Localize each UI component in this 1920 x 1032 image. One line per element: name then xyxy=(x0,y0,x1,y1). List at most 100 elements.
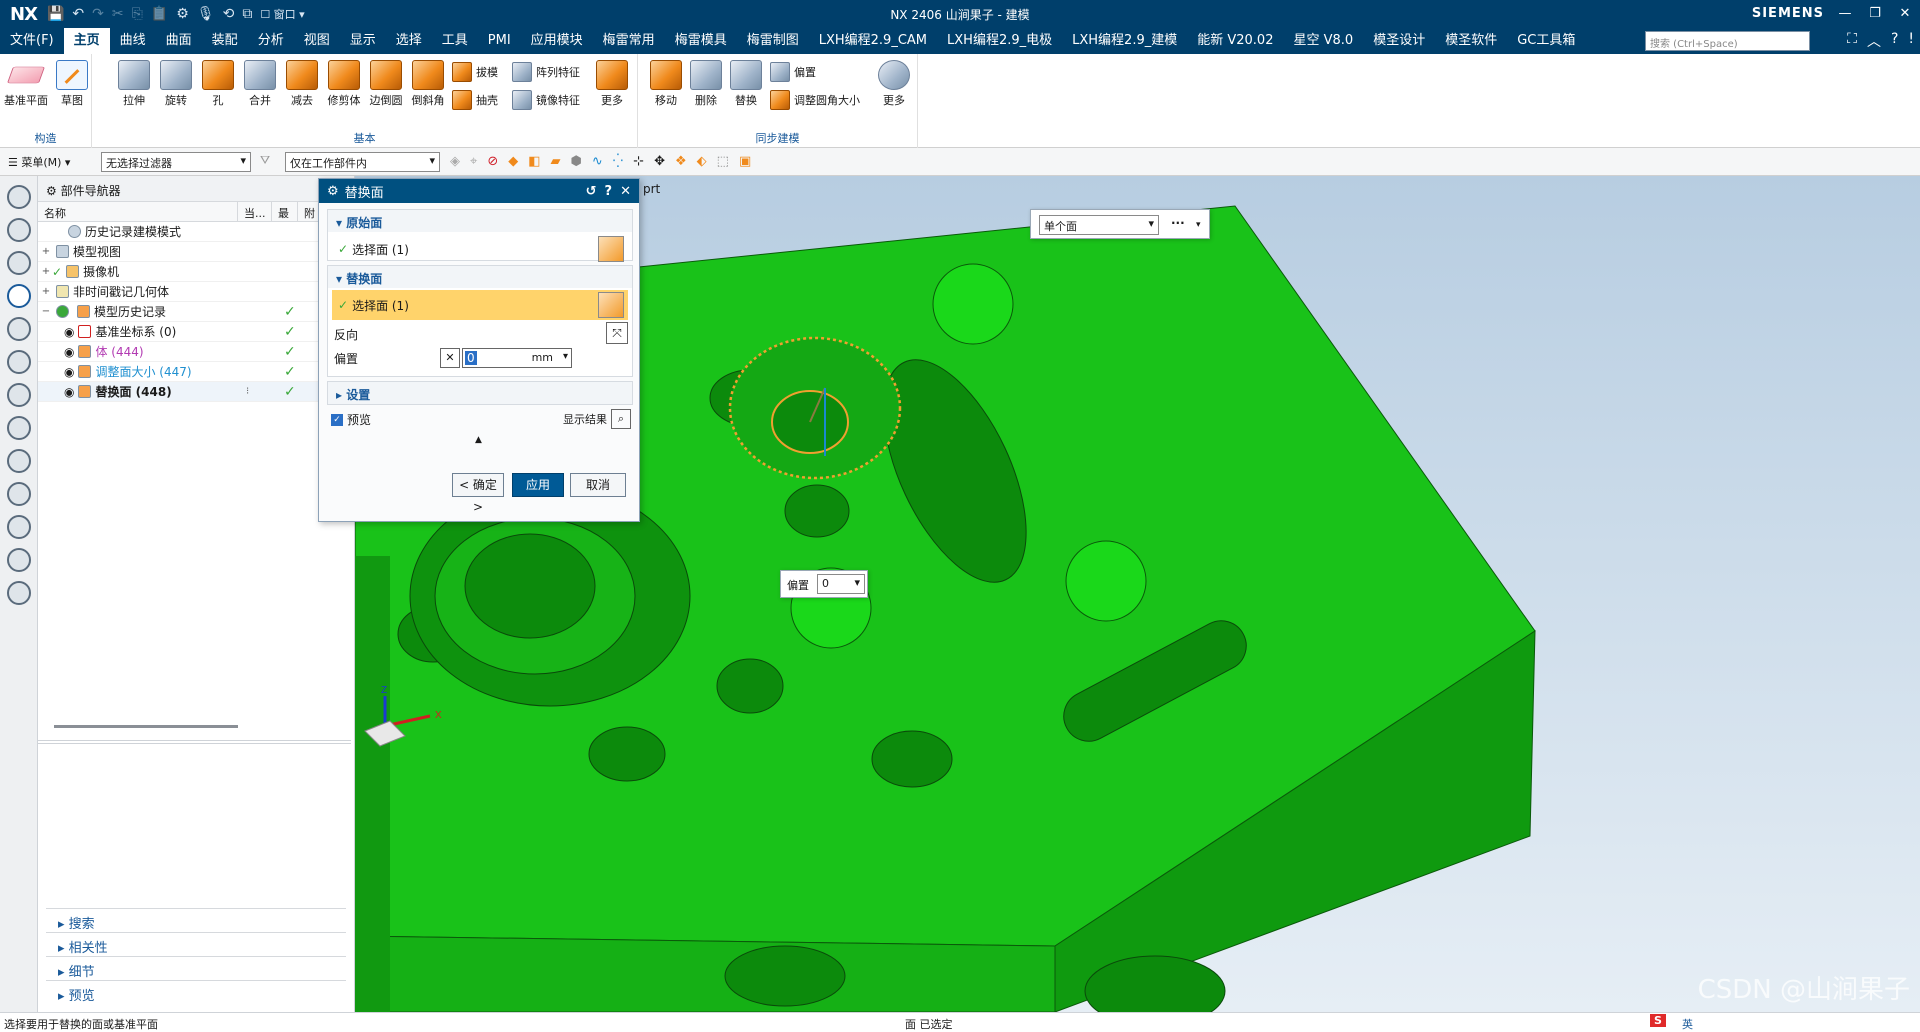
draft-button[interactable]: 拔模 xyxy=(452,62,498,82)
body-face-icon[interactable]: ▰ xyxy=(551,154,561,169)
gear-icon[interactable]: ⚙ xyxy=(327,184,339,199)
collapse-icon[interactable]: − xyxy=(40,306,52,317)
face-icon[interactable]: ◆ xyxy=(508,154,518,169)
collapse-chevron-icon[interactable]: ▲ xyxy=(475,435,482,445)
restore-icon[interactable]: ❐ xyxy=(1860,0,1890,28)
hole-button[interactable]: 孔 xyxy=(196,56,240,108)
tab-assembly[interactable]: 装配 xyxy=(202,28,248,54)
snap-icon[interactable]: ⌖ xyxy=(470,154,477,169)
edge-blend-button[interactable]: 边倒圆 xyxy=(364,56,408,108)
tab-pmi[interactable]: PMI xyxy=(478,28,521,54)
transform-icon[interactable]: ⬖ xyxy=(697,154,707,169)
command-search-input[interactable]: 搜索 (Ctrl+Space) xyxy=(1645,31,1810,51)
chevron-down-icon[interactable]: ▾ xyxy=(563,351,568,362)
wcs-icon[interactable]: ⊹ xyxy=(633,154,644,169)
ime-language[interactable]: 英 xyxy=(1682,1016,1693,1032)
revolve-button[interactable]: 旋转 xyxy=(154,56,198,108)
accordion-search[interactable]: ▸ 搜索 xyxy=(46,908,346,932)
chevron-down-icon[interactable]: ▾ xyxy=(1196,220,1201,230)
microphone-icon[interactable]: 🎙 xyxy=(197,6,215,22)
expand-icon[interactable]: + xyxy=(40,266,52,277)
face-rule-icon[interactable]: ◧ xyxy=(528,154,540,169)
tree-row-cameras[interactable]: + ✓ 摄像机 xyxy=(38,262,354,282)
section-header[interactable]: ▾ 原始面 xyxy=(328,210,632,232)
paste-icon[interactable]: 📋 xyxy=(151,6,168,22)
curve-icon[interactable]: ∿ xyxy=(592,154,603,169)
cut-icon[interactable]: ✂ xyxy=(112,6,124,22)
tab-home[interactable]: 主页 xyxy=(63,28,110,54)
tree-row-body[interactable]: ◉ 体 (444) ✓ xyxy=(38,342,354,362)
settings-gear-icon[interactable] xyxy=(6,185,31,209)
section-header[interactable]: ▾ 替换面 xyxy=(328,266,632,288)
roles-icon[interactable] xyxy=(6,581,31,605)
notification-bell-icon[interactable] xyxy=(6,317,31,341)
delete-face-button[interactable]: 删除 xyxy=(684,56,728,108)
accordion-preview[interactable]: ▸ 预览 xyxy=(46,980,346,1004)
replace-face-button[interactable]: 替换 xyxy=(724,56,768,108)
palette-icon[interactable] xyxy=(6,449,31,473)
web-browser-icon[interactable] xyxy=(6,416,31,440)
trim-body-button[interactable]: 修剪体 xyxy=(322,56,366,108)
tab-gc-toolbox[interactable]: GC工具箱 xyxy=(1507,28,1585,54)
tab-mosheng-software[interactable]: 模圣软件 xyxy=(1435,28,1507,54)
solid-icon[interactable]: ⬢ xyxy=(571,154,582,169)
cube-icon[interactable]: ▣ xyxy=(739,154,751,169)
repeat-command-icon[interactable]: ⟲ xyxy=(223,6,235,22)
tab-analysis[interactable]: 分析 xyxy=(248,28,294,54)
filter-icon[interactable]: ⛛ xyxy=(260,153,270,168)
touch-mode-icon[interactable]: ⚙ xyxy=(176,6,189,22)
eye-icon[interactable]: ◉ xyxy=(64,365,74,379)
column-latest[interactable]: 最 xyxy=(272,202,298,221)
tree-row-non-timestamp[interactable]: + 非时间戳记几何体 xyxy=(38,282,354,302)
expand-icon[interactable]: + xyxy=(40,246,52,257)
tree-row-resize-face[interactable]: ◉ 调整面大小 (447) ✓ xyxy=(38,362,354,382)
show-result-button[interactable]: 显示结果 ⌕ xyxy=(563,409,631,429)
collapse-ribbon-icon[interactable]: ︿ xyxy=(1867,31,1881,51)
tab-lxh-cam[interactable]: LXH编程2.9_CAM xyxy=(809,28,937,54)
tab-applications[interactable]: 应用模块 xyxy=(521,28,593,54)
move-face-button[interactable]: 移动 xyxy=(644,56,688,108)
tab-mosheng-design[interactable]: 模圣设计 xyxy=(1363,28,1435,54)
face-select-icon[interactable] xyxy=(598,236,624,262)
point-icon[interactable]: ⁛ xyxy=(613,154,623,169)
tab-nengxin[interactable]: 能新 V20.02 xyxy=(1187,28,1283,54)
offset-region-button[interactable]: 偏置 xyxy=(770,62,816,82)
apply-button[interactable]: 应用 xyxy=(512,473,564,497)
face-rule-select[interactable]: 单个面 xyxy=(1039,215,1159,235)
tab-display[interactable]: 显示 xyxy=(340,28,386,54)
close-icon[interactable]: ✕ xyxy=(620,184,631,199)
tab-view[interactable]: 视图 xyxy=(294,28,340,54)
eye-icon[interactable]: ◉ xyxy=(64,385,74,399)
tree-row-datum-csys[interactable]: ◉ 基准坐标系 (0) ✓ xyxy=(38,322,354,342)
cancel-button[interactable]: 取消 xyxy=(570,473,626,497)
source-face-selector[interactable]: ✓ 选择面 (1) xyxy=(332,234,628,264)
tab-select[interactable]: 选择 xyxy=(386,28,432,54)
reverse-direction-button[interactable]: ⤧ xyxy=(606,322,628,344)
select-feature-icon[interactable]: ◈ xyxy=(450,154,460,169)
selection-scope-select[interactable]: 仅在工作部件内 xyxy=(285,152,440,172)
box-icon[interactable]: ⬚ xyxy=(717,154,729,169)
extrude-button[interactable]: 拉伸 xyxy=(112,56,156,108)
tools-wrench-icon[interactable] xyxy=(6,548,31,572)
tab-lxh-electrode[interactable]: LXH编程2.9_电极 xyxy=(937,28,1062,54)
replace-face-selector[interactable]: ✓ 选择面 (1) xyxy=(332,290,628,320)
tab-tools[interactable]: 工具 xyxy=(432,28,478,54)
menu-file[interactable]: 文件(F) xyxy=(0,28,64,54)
redo-icon[interactable]: ↷ xyxy=(92,6,104,22)
menu-button[interactable]: ☰ 菜单(M) ▾ xyxy=(8,154,70,170)
column-current[interactable]: 当... xyxy=(238,202,272,221)
unite-button[interactable]: 合并 xyxy=(238,56,282,108)
offset-direction-button[interactable]: ✕ xyxy=(440,348,460,368)
magnifier-icon[interactable]: ⌕ xyxy=(611,409,631,429)
assembly-icon[interactable]: ❖ xyxy=(675,154,687,169)
tree-row-model-views[interactable]: + 模型视图 xyxy=(38,242,354,262)
ok-button[interactable]: < 确定 > xyxy=(452,473,504,514)
reuse-library-icon[interactable] xyxy=(6,350,31,374)
navigator-splitter[interactable] xyxy=(38,740,351,744)
tree-row-history-mode[interactable]: 历史记录建模模式 xyxy=(38,222,354,242)
mirror-feature-button[interactable]: 镜像特征 xyxy=(512,90,580,110)
window-menu[interactable]: ☐ 窗口 ▾ xyxy=(260,6,304,22)
onscreen-offset-value[interactable]: 0 xyxy=(817,574,865,594)
checkbox-checked-icon[interactable]: ✓ xyxy=(331,413,343,426)
face-select-icon[interactable] xyxy=(598,292,624,318)
